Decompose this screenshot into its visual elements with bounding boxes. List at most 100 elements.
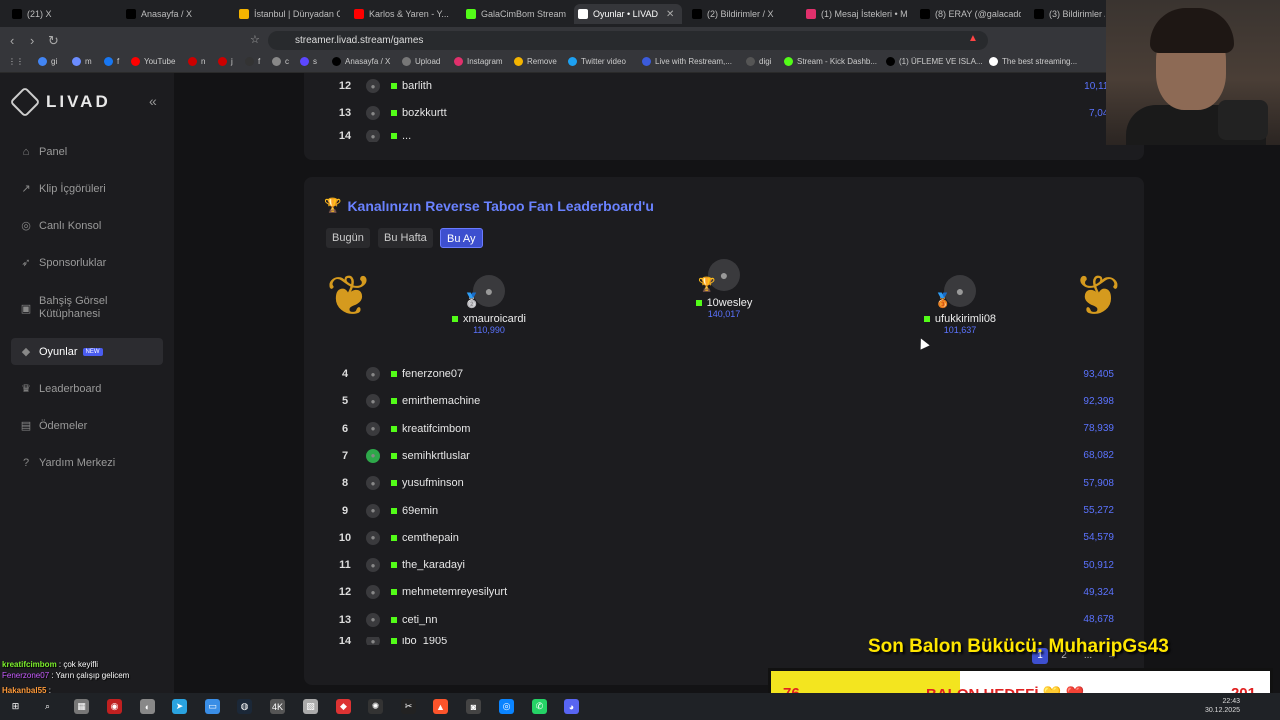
browser-tab[interactable]: Karlos & Yaren - Y... (350, 4, 455, 24)
browser-tab[interactable]: Oyunlar • LIVAD ✕ (574, 4, 682, 24)
bookmark-favicon-icon (784, 57, 793, 66)
collapse-sidebar-icon[interactable]: « (149, 93, 157, 109)
bookmark-item[interactable]: Live with Restream,... (642, 57, 732, 66)
tab-favicon-icon (354, 9, 364, 19)
browser-tab[interactable]: (8) ERAY (@galacadde... (916, 4, 1021, 24)
apps-grid-icon[interactable]: ⋮⋮ (8, 57, 24, 66)
close-tab-icon[interactable]: ✕ (666, 9, 674, 20)
filter-bu-ay[interactable]: Bu Ay (440, 228, 483, 248)
sidebar-item-chart[interactable]: ↗ Klip İçgörüleri (11, 175, 163, 202)
bookmark-item[interactable]: c (272, 57, 289, 66)
browser-address-bar: ‹ › ↻ ☆ streamer.livad.stream/games ▲ (0, 27, 1280, 53)
podium-name-text: 10wesley (706, 297, 753, 309)
kick-icon (391, 534, 397, 541)
steam-icon[interactable]: ◍ (237, 699, 252, 714)
rank-number: 12 (338, 586, 352, 599)
username: fenerzone07 (402, 368, 464, 380)
bookmark-item[interactable]: YouTube (131, 57, 175, 66)
camera-icon[interactable]: ◙ (466, 699, 481, 714)
bookmark-item[interactable]: Twitter video (568, 57, 626, 66)
bookmark-favicon-icon (218, 57, 227, 66)
sidebar-item-image[interactable]: ▣ Bahşiş Görsel Kütüphanesi (11, 293, 163, 323)
url-input[interactable]: streamer.livad.stream/games (268, 31, 988, 50)
bookmark-item[interactable]: Stream - Kick Dashb... (784, 57, 877, 66)
browser-tab[interactable]: İstanbul | Dünyadan C... (235, 4, 340, 24)
whatsapp-icon[interactable]: ✆ (532, 699, 547, 714)
back-icon[interactable]: ‹ (10, 33, 14, 48)
filter-bu-hafta[interactable]: Bu Hafta (378, 228, 433, 248)
browser-tab[interactable]: Anasayfa / X (122, 4, 227, 24)
start-icon[interactable]: ⊞ (8, 699, 23, 714)
bookmark-item[interactable]: (1) ÜFLEME VE ISLA... (886, 57, 983, 66)
bookmark-item[interactable]: gi (38, 57, 57, 66)
username: bozkkurtt (402, 107, 447, 119)
table-row: 10 ● cemthepain 54,579 (334, 528, 1114, 548)
wallet-icon: ▤ (20, 420, 32, 432)
capcut-icon[interactable]: ✂ (401, 699, 416, 714)
avatar: ● (366, 79, 380, 93)
sidebar-item-wallet[interactable]: ▤ Ödemeler (11, 412, 163, 439)
brave-shield-icon[interactable]: ▲ (968, 33, 978, 44)
kick-icon (391, 562, 397, 569)
bookmark-item[interactable]: f (245, 57, 260, 66)
sidebar-item-help[interactable]: ? Yardım Merkezi (11, 449, 163, 476)
avatar: ● (366, 637, 380, 645)
forward-icon[interactable]: › (30, 33, 34, 48)
bookmark-item[interactable]: s (300, 57, 317, 66)
bookmark-item[interactable]: digi (746, 57, 771, 66)
bookmark-star-icon[interactable]: ☆ (250, 33, 260, 46)
laurel-right-icon: ❦ (1074, 264, 1121, 327)
bookmark-item[interactable]: f (104, 57, 119, 66)
sidebar-item-console[interactable]: ◎ Canlı Konsol (11, 212, 163, 239)
bookmark-item[interactable]: j (218, 57, 233, 66)
browser-tab[interactable]: GalaCimBom Stream - ... (462, 4, 567, 24)
table-row: 5 ● emirthemachine 92,398 (334, 391, 1114, 411)
4k-icon[interactable]: 4K (270, 699, 285, 714)
bookmark-item[interactable]: n (188, 57, 205, 66)
bookmark-label: Anasayfa / X (345, 57, 391, 66)
search-icon[interactable]: ⌕ (40, 699, 55, 714)
browser-tab[interactable]: (3) Bildirimler / ... (1030, 4, 1105, 24)
rank-number: 7 (341, 449, 349, 462)
telegram-icon[interactable]: ➤ (172, 699, 187, 714)
podium-place-3[interactable]: ● 🥉 ufukkirimli08 101,637 (880, 275, 1040, 335)
browser-tab[interactable]: (2) Bildirimler / X (688, 4, 793, 24)
livad-icon[interactable]: ◆ (336, 699, 351, 714)
filter-bugün[interactable]: Bugün (326, 228, 370, 248)
podium-place-2[interactable]: ● 🥈 xmauroicardi 110,990 (409, 275, 569, 335)
kick-icon (923, 316, 930, 322)
bookmark-favicon-icon (272, 57, 281, 66)
tab-favicon-icon (692, 9, 702, 19)
score: 78,939 (1083, 423, 1114, 435)
bookmark-label: n (201, 57, 206, 66)
bookmark-item[interactable]: Remove (514, 57, 557, 66)
folder-icon[interactable]: ▭ (205, 699, 220, 714)
app-icon[interactable]: ◉ (107, 699, 122, 714)
system-clock: 22:43 30.12.2025 (1204, 698, 1240, 714)
browser-tab[interactable]: (21) X (8, 4, 113, 24)
browser-tab[interactable]: (1) Mesaj İstekleri • Me... (802, 4, 907, 24)
browser-icon[interactable]: ◐ (140, 699, 155, 714)
app2-icon[interactable]: ▧ (303, 699, 318, 714)
sidebar-item-gamepad[interactable]: ◆ Oyunlar NEW (11, 338, 163, 365)
edge-icon[interactable]: ◎ (499, 699, 514, 714)
podium-place-1[interactable]: ● 🏆 10wesley 140,017 (644, 259, 804, 319)
chatgpt-icon[interactable]: ✺ (368, 699, 383, 714)
brave-icon[interactable]: ▲ (433, 699, 448, 714)
bookmark-item[interactable]: Instagram (454, 57, 503, 66)
bookmark-favicon-icon (131, 57, 140, 66)
chat-text: : Yarın çalışıp gelicem (49, 671, 130, 680)
discord-icon[interactable]: ◕ (564, 699, 579, 714)
brand-logo[interactable]: LIVAD (9, 86, 111, 118)
reload-icon[interactable]: ↻ (48, 33, 59, 49)
bookmark-item[interactable]: The best streaming... (989, 57, 1077, 66)
sidebar-item-home[interactable]: ⌂ Panel (11, 138, 163, 165)
sidebar-item-rocket[interactable]: ➶ Sponsorluklar (11, 249, 163, 276)
files-icon[interactable]: ▦ (74, 699, 89, 714)
bookmark-item[interactable]: m (72, 57, 92, 66)
reverse-taboo-leaderboard-card: 🏆 Kanalınızın Reverse Taboo Fan Leaderbo… (304, 177, 1144, 685)
rocket-icon: ➶ (21, 257, 31, 269)
bookmark-item[interactable]: Upload (402, 57, 440, 66)
sidebar-item-trophy[interactable]: ♛ Leaderboard (11, 375, 163, 402)
bookmark-item[interactable]: Anasayfa / X (332, 57, 390, 66)
